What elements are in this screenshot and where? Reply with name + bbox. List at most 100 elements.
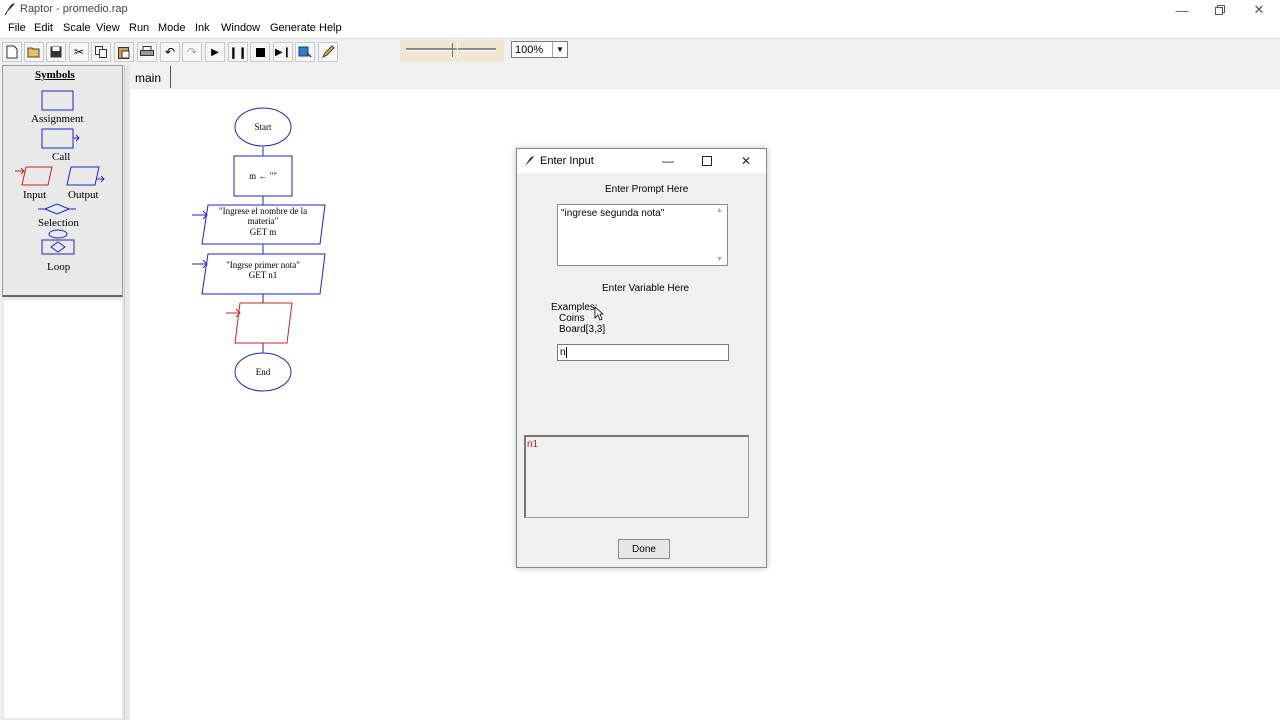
variable-suggestions-box[interactable]: n1 xyxy=(524,435,749,518)
pause-icon: ❙❙ xyxy=(228,46,248,59)
menu-file[interactable]: File xyxy=(8,22,26,34)
scissors-icon: ✂ xyxy=(73,45,85,59)
dialog-minimize-button[interactable]: — xyxy=(653,151,683,171)
print-button[interactable] xyxy=(137,42,157,62)
play-icon: ▶ xyxy=(211,46,219,58)
menu-ink[interactable]: Ink xyxy=(195,22,210,34)
slider-track xyxy=(406,48,496,51)
save-button[interactable] xyxy=(46,42,66,62)
raptor-app-icon xyxy=(4,3,15,16)
dialog-title: Enter Input xyxy=(540,155,594,167)
examples-label: Examples: xyxy=(551,302,598,313)
input1-get-text: GET m xyxy=(250,227,277,237)
input-label: Input xyxy=(23,189,47,201)
restore-icon xyxy=(1215,5,1225,15)
restore-button[interactable] xyxy=(1201,0,1239,20)
input1-arrow xyxy=(192,210,208,220)
start-text: Start xyxy=(255,122,272,132)
menu-edit[interactable]: Edit xyxy=(34,22,53,34)
copy-button[interactable] xyxy=(91,42,111,62)
close-button[interactable]: ✕ xyxy=(1240,0,1278,20)
call-symbol-icon[interactable] xyxy=(41,128,85,150)
new-button[interactable] xyxy=(2,42,22,62)
input1-prompt-line2: materia" xyxy=(248,216,279,226)
cut-button[interactable]: ✂ xyxy=(69,42,89,62)
prompt-textarea[interactable]: "ingrese segunda nota" ▲ ▼ xyxy=(557,204,728,266)
open-button[interactable] xyxy=(24,42,44,62)
dialog-maximize-button[interactable] xyxy=(692,151,722,171)
paste-button[interactable] xyxy=(114,42,134,62)
text-caret xyxy=(566,347,567,358)
tab-main[interactable]: main xyxy=(130,66,171,88)
menu-window[interactable]: Window xyxy=(221,22,260,34)
chevron-down-icon[interactable]: ▼ xyxy=(552,42,567,57)
dialog-title-bar[interactable]: Enter Input — ✕ xyxy=(517,149,766,173)
maximize-icon xyxy=(702,156,712,166)
stop-button[interactable] xyxy=(250,42,270,62)
minimize-icon: — xyxy=(662,154,674,168)
scroll-down-icon[interactable]: ▼ xyxy=(716,256,723,263)
enter-input-dialog: Enter Input — ✕ Enter Prompt Here "ingre… xyxy=(516,148,767,568)
run-button[interactable]: ▶ xyxy=(205,42,225,62)
zoom-select[interactable]: 100% ▼ xyxy=(511,41,568,58)
output-symbol-icon[interactable] xyxy=(65,165,107,187)
menu-generate[interactable]: Generate xyxy=(270,22,316,34)
menu-scale[interactable]: Scale xyxy=(63,22,91,34)
menu-view[interactable]: View xyxy=(96,22,120,34)
example-board: Board[3,3] xyxy=(559,324,606,335)
minimize-button[interactable]: — xyxy=(1163,0,1201,20)
copy-icon xyxy=(95,46,107,58)
symbols-panel: Symbols Assignment Call Input Output Sel… xyxy=(2,65,123,297)
input2-arrow xyxy=(192,259,208,269)
input3-parallelogram-selected[interactable] xyxy=(234,302,293,344)
menu-bar: File Edit Scale View Run Mode Ink Window… xyxy=(0,20,1280,39)
variable-input[interactable]: n xyxy=(557,344,729,361)
menu-mode[interactable]: Mode xyxy=(158,22,186,34)
undo-icon: ↶ xyxy=(164,45,176,59)
input-symbol-icon[interactable] xyxy=(15,165,55,187)
title-bar: Raptor - promedio.rap — ✕ xyxy=(0,0,1280,20)
variables-panel xyxy=(4,300,122,718)
new-file-icon xyxy=(6,45,18,59)
view-variables-button[interactable] xyxy=(295,42,315,62)
selection-symbol-icon[interactable] xyxy=(37,203,77,215)
assignment-label: Assignment xyxy=(31,113,84,125)
step-icon: ▶❙ xyxy=(274,46,292,58)
close-icon: ✕ xyxy=(1253,2,1265,17)
input2-get-text: GET n1 xyxy=(249,270,278,280)
minimize-icon: — xyxy=(1175,2,1189,18)
step-button[interactable]: ▶❙ xyxy=(273,42,293,62)
assignment-text: m ← "" xyxy=(249,171,277,181)
menu-run[interactable]: Run xyxy=(129,22,149,34)
prompt-label: Enter Prompt Here xyxy=(605,184,689,195)
pause-button[interactable]: ❙❙ xyxy=(228,42,248,62)
zoom-value: 100% xyxy=(515,44,544,56)
screen-icon xyxy=(298,46,312,58)
tab-strip: main xyxy=(130,65,1280,90)
slider-thumb[interactable] xyxy=(452,43,458,57)
redo-icon: ↷ xyxy=(186,45,198,59)
done-button[interactable]: Done xyxy=(618,539,670,559)
dialog-close-button[interactable]: ✕ xyxy=(731,151,761,171)
menu-help[interactable]: Help xyxy=(319,22,342,34)
end-text: End xyxy=(256,367,271,377)
printer-icon xyxy=(140,46,154,56)
suggestion-item[interactable]: n1 xyxy=(527,439,538,450)
redo-button[interactable]: ↷ xyxy=(182,42,202,62)
variable-label: Enter Variable Here xyxy=(602,283,690,294)
raptor-dialog-icon xyxy=(524,155,535,167)
scroll-up-icon[interactable]: ▲ xyxy=(716,207,723,214)
ink-pen-button[interactable] xyxy=(318,42,338,62)
loop-symbol-icon[interactable] xyxy=(39,228,77,258)
call-label: Call xyxy=(52,151,71,163)
undo-button[interactable]: ↶ xyxy=(160,42,180,62)
prompt-scrollbar[interactable]: ▲ ▼ xyxy=(713,205,727,265)
pen-icon xyxy=(321,45,335,59)
example-coins: Coins xyxy=(559,313,585,324)
input2-prompt-text: "Ingrse primer nota" xyxy=(226,260,300,270)
assignment-symbol-icon[interactable] xyxy=(41,90,75,112)
speed-slider[interactable] xyxy=(400,40,504,62)
mouse-cursor-icon xyxy=(594,306,604,321)
save-icon xyxy=(50,46,62,58)
loop-label: Loop xyxy=(47,261,71,273)
